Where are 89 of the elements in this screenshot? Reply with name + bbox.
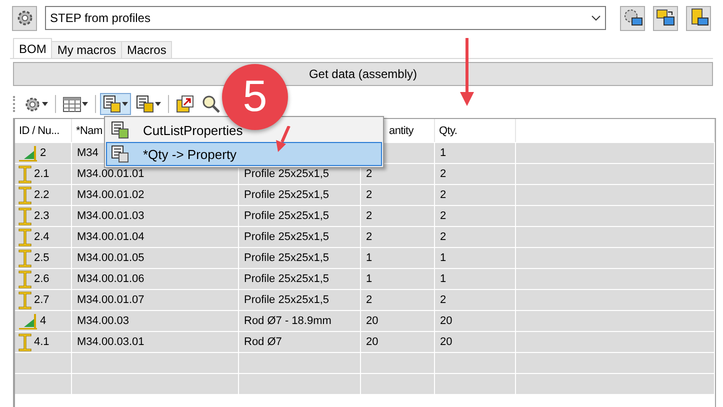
table-cell: 20 — [366, 336, 378, 348]
i-beam-icon — [18, 248, 32, 268]
gear-monitor-icon — [622, 8, 642, 28]
table-cell: 2.2 — [34, 189, 50, 201]
column-header[interactable]: ID / Nu... — [15, 119, 72, 142]
i-beam-icon — [18, 164, 32, 184]
arrow-window-icon — [176, 95, 194, 113]
i-beam-icon — [18, 186, 32, 204]
table-cell: 2 — [440, 210, 446, 222]
table-cell: 20 — [440, 336, 452, 348]
caret-icon — [42, 102, 48, 106]
table-cell: Profile 25x25x1,5 — [244, 231, 329, 243]
table-cell: 2 — [40, 147, 46, 159]
document-copy-icon — [136, 95, 154, 113]
tab[interactable]: My macros — [51, 41, 122, 58]
i-beam-icon — [18, 228, 32, 246]
table-cell: M34.00.03 — [77, 315, 129, 327]
table-cell: Rod Ø7 - 18.9mm — [244, 315, 332, 327]
table-cell: 2 — [366, 210, 372, 222]
table-cell: 2 — [440, 189, 446, 201]
table-cell: M34.00.01.01 — [77, 168, 144, 180]
table-cell: M34.00.01.03 — [77, 210, 144, 222]
table-cell: 2 — [366, 168, 372, 180]
menu-item[interactable]: *Qty -> Property — [106, 142, 382, 166]
table-cell: 4.1 — [34, 336, 50, 348]
windows-arrow-icon — [656, 8, 676, 28]
table-cell: 1 — [440, 147, 446, 159]
table-cell: M34.00.01.02 — [77, 189, 144, 201]
table-cell: 20 — [366, 315, 378, 327]
table-cell: 2.6 — [34, 273, 50, 285]
table-cell: 1 — [440, 252, 446, 264]
table-cell: 2 — [440, 231, 446, 243]
caret-icon — [122, 102, 128, 106]
angle-icon — [18, 144, 38, 162]
table-cell: M34.00.01.07 — [77, 294, 144, 306]
table-cell: Profile 25x25x1,5 — [244, 273, 329, 285]
tab[interactable]: Macros — [121, 41, 172, 58]
document-gear-icon — [111, 121, 129, 139]
table-cell: M34.00.01.04 — [77, 231, 144, 243]
table-cell: Profile 25x25x1,5 — [244, 210, 329, 222]
table-cell: Rod Ø7 — [244, 336, 282, 348]
table-cell: 2 — [440, 168, 446, 180]
table-cell: M34.00.03.01 — [77, 336, 144, 348]
caret-icon — [155, 102, 161, 106]
table-cell: 20 — [440, 315, 452, 327]
table-cell: 2 — [440, 294, 446, 306]
table-cell: 2 — [366, 189, 372, 201]
gear-icon — [16, 9, 34, 27]
i-beam-icon — [18, 290, 32, 310]
down-arrow — [460, 38, 474, 106]
table-cell: 2.3 — [34, 210, 50, 222]
table-cell: 2 — [366, 231, 372, 243]
table-cell: Profile 25x25x1,5 — [244, 168, 329, 180]
gear-icon — [24, 96, 41, 112]
transfer-button[interactable] — [653, 6, 678, 30]
tab[interactable]: BOM — [13, 38, 52, 58]
toolbar-button[interactable] — [100, 93, 131, 115]
table-cell: 1 — [366, 252, 372, 264]
settings-button[interactable] — [12, 6, 37, 30]
profile-dropdown[interactable]: STEP from profiles — [45, 6, 606, 30]
table-cell: 2 — [366, 294, 372, 306]
i-beam-icon — [18, 332, 32, 352]
table-cell: 1 — [366, 273, 372, 285]
table-cell: 4 — [40, 315, 46, 327]
table-cell: M34.00.01.06 — [77, 273, 144, 285]
caret-icon — [82, 102, 88, 106]
monitor-gear-button[interactable] — [620, 6, 645, 30]
table-icon — [63, 96, 81, 112]
table-cell: 2.4 — [34, 231, 50, 243]
document-list-icon — [111, 145, 129, 163]
table-cell: 1 — [440, 273, 446, 285]
table-cell: M34.00.01.05 — [77, 252, 144, 264]
search-icon — [202, 95, 220, 113]
table-cell: M34 — [77, 147, 98, 159]
table-cell: Profile 25x25x1,5 — [244, 252, 329, 264]
table-cell: 2.5 — [34, 252, 50, 264]
table-cell: 2.1 — [34, 168, 50, 180]
table-cell: 2.7 — [34, 294, 50, 306]
table-cell: Profile 25x25x1,5 — [244, 189, 329, 201]
document-list-icon — [103, 95, 121, 113]
clipboard-monitor-icon — [688, 8, 708, 28]
clipboard-button[interactable] — [686, 6, 711, 30]
column-header[interactable]: Qty. — [435, 119, 516, 142]
i-beam-icon — [18, 206, 32, 226]
angle-icon — [18, 312, 38, 330]
table-cell: Profile 25x25x1,5 — [244, 294, 329, 306]
chevron-down-icon — [591, 15, 601, 21]
pointer-arrow — [276, 126, 292, 152]
i-beam-icon — [18, 270, 32, 288]
